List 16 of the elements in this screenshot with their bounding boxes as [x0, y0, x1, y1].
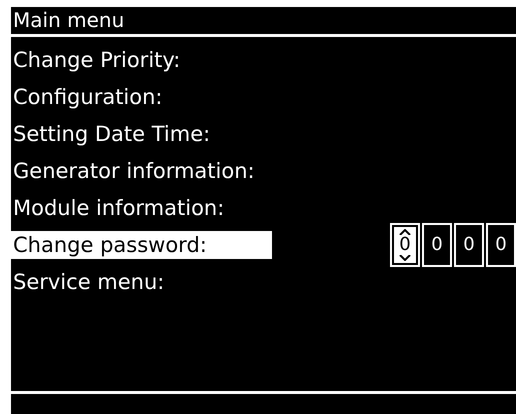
digit-text: 0: [399, 234, 411, 254]
menu-item[interactable]: Change password:: [11, 230, 272, 258]
digit-text: 0: [495, 234, 507, 254]
menu-item[interactable]: Change Priority:: [11, 46, 275, 74]
digit-field[interactable]: 0: [486, 222, 516, 266]
menu-item[interactable]: Module information:: [11, 194, 275, 222]
digit-field[interactable]: 0: [454, 222, 484, 266]
digit-text: 0: [431, 234, 443, 254]
menu-item[interactable]: Service menu:: [11, 268, 275, 296]
menu-item[interactable]: Configuration:: [11, 82, 275, 110]
menu-item[interactable]: Generator information:: [11, 156, 275, 184]
digit-text: 0: [463, 234, 475, 254]
menu-item[interactable]: Setting Date Time:: [11, 120, 275, 148]
digit-field[interactable]: 0: [390, 222, 420, 266]
digit-field[interactable]: 0: [422, 222, 452, 266]
window-title: Main menu: [12, 7, 126, 34]
